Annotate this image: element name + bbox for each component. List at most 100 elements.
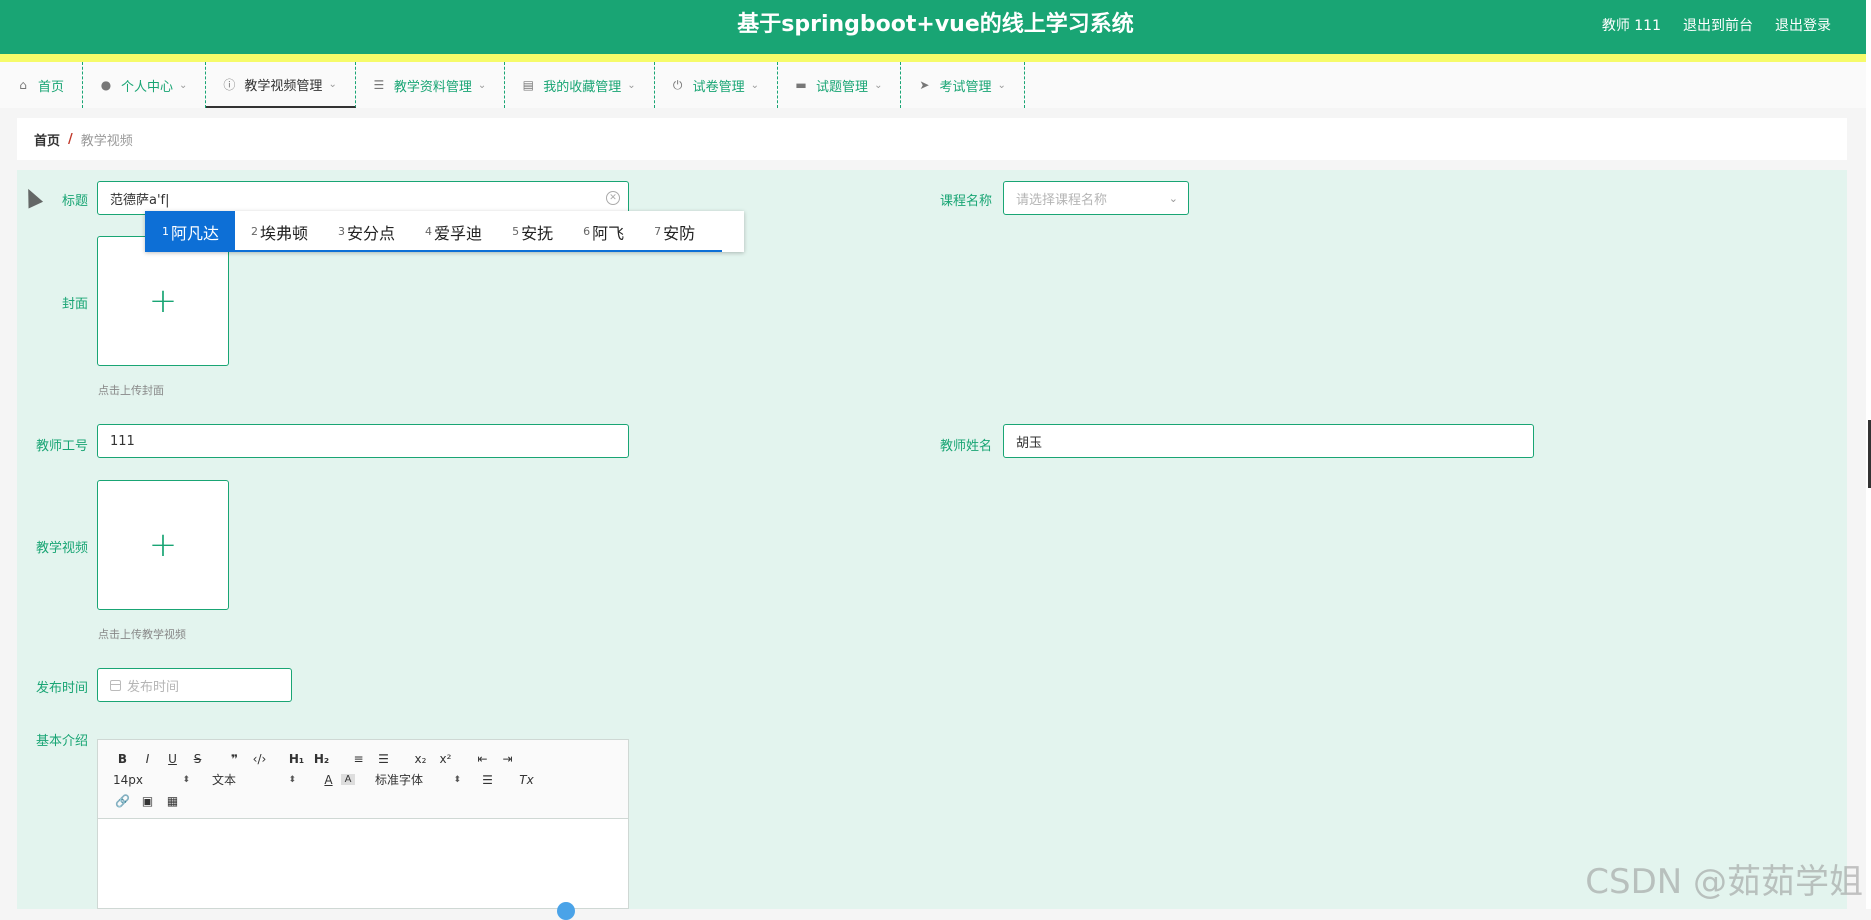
header1-icon[interactable]: H₁ — [284, 752, 309, 766]
nav-paper-management[interactable]: ⏻ 试卷管理 ⌄ — [655, 62, 779, 108]
subscript-icon[interactable]: x₂ — [408, 752, 433, 766]
nav-label: 试卷管理 — [692, 79, 745, 95]
chevron-down-icon: ⌄ — [477, 79, 487, 91]
breadcrumb: 首页 / 教学视频 — [17, 118, 1847, 160]
breadcrumb-separator: / — [68, 131, 73, 147]
bold-icon[interactable]: B — [110, 752, 135, 766]
ime-candidate-text: 阿凡达 — [171, 223, 220, 243]
editor-toolbar: B I U S ❞ ‹/› H₁ H₂ ≡ ☰ x₂ x² ⇤ ⇥ 14px ⬍ — [98, 740, 628, 819]
video-upload-button[interactable]: + — [97, 480, 229, 610]
video-upload-tip: 点击上传教学视频 — [98, 628, 186, 641]
publish-time-picker[interactable]: 发布时间 — [97, 668, 292, 702]
chevron-down-icon: ⌄ — [1168, 192, 1178, 205]
ime-candidate[interactable]: 7 安防 — [638, 211, 709, 252]
teacher-name-value: 胡玉 — [1016, 435, 1043, 451]
superscript-icon[interactable]: x² — [433, 752, 458, 766]
header2-icon[interactable]: H₂ — [309, 752, 334, 766]
chevron-updown-icon: ⬍ — [182, 774, 190, 785]
ordered-list-icon[interactable]: ≡ — [346, 752, 371, 766]
video-label: 教学视频 — [35, 541, 88, 556]
course-label: 课程名称 — [939, 194, 992, 209]
font-family-select[interactable]: 标准字体 ⬍ — [375, 771, 461, 788]
nav-favorites-management[interactable]: ▤ 我的收藏管理 ⌄ — [505, 62, 655, 108]
blockquote-icon[interactable]: ❞ — [222, 752, 247, 766]
nav-exam-management[interactable]: ➤ 考试管理 ⌄ — [901, 62, 1025, 108]
nav-home[interactable]: ⌂ 首页 — [0, 62, 84, 108]
nav-material-management[interactable]: ☰ 教学资料管理 ⌄ — [356, 62, 506, 108]
breadcrumb-home[interactable]: 首页 — [34, 130, 60, 149]
publish-time-placeholder: 发布时间 — [127, 679, 180, 695]
main-nav: ⌂ 首页 ● 个人中心 ⌄ ⓘ 教学视频管理 ⌄ ☰ 教学资料管理 ⌄ ▤ 我的… — [0, 62, 1871, 108]
chevron-updown-icon: ⬍ — [453, 774, 461, 785]
clipboard-icon: ▤ — [522, 78, 534, 92]
strike-icon[interactable]: S — [185, 752, 210, 766]
font-size-select[interactable]: 14px ⬍ — [110, 773, 190, 787]
back-to-front-link[interactable]: 退出到前台 — [1683, 15, 1753, 35]
chevron-updown-icon: ⬍ — [288, 774, 296, 785]
cover-upload-button[interactable]: + — [97, 236, 229, 366]
current-user: 教师 111 — [1601, 18, 1661, 34]
ime-candidate-text: 爱孚迪 — [434, 223, 483, 243]
ime-candidate[interactable]: 4 爱孚迪 — [409, 211, 496, 252]
logout-link[interactable]: 退出登录 — [1775, 15, 1831, 35]
title-input[interactable]: 范德萨a'f| ✕ — [97, 181, 629, 215]
ime-candidate-number: 1 — [162, 225, 169, 238]
plus-icon: + — [148, 281, 178, 321]
background-color-icon[interactable]: A — [341, 774, 355, 785]
font-size-value: 14px — [113, 772, 143, 787]
course-select[interactable]: 请选择课程名称 ⌄ — [1003, 181, 1189, 215]
paragraph-select[interactable]: 文本 ⬍ — [208, 771, 296, 788]
header-stripe — [0, 54, 1871, 62]
bullet-list-icon[interactable]: ☰ — [371, 752, 396, 766]
align-icon[interactable]: ☰ — [475, 773, 500, 787]
ime-candidate-text: 安防 — [663, 223, 696, 243]
teacher-id-value: 111 — [110, 433, 135, 449]
indent-icon[interactable]: ⇥ — [495, 752, 520, 766]
clear-format-icon[interactable]: Tx — [514, 773, 539, 787]
video-icon[interactable]: ▦ — [160, 794, 185, 808]
nav-video-management[interactable]: ⓘ 教学视频管理 ⌄ — [206, 62, 356, 108]
link-icon[interactable]: 🔗 — [110, 794, 135, 808]
paragraph-value: 文本 — [212, 773, 237, 787]
font-family-value: 标准字体 — [375, 773, 424, 787]
ime-candidate-text: 安抚 — [521, 223, 554, 243]
home-icon: ⌂ — [19, 78, 27, 92]
ime-candidate-number: 5 — [512, 225, 520, 238]
nav-label: 教学资料管理 — [393, 79, 472, 95]
title-input-value: 范德萨a'f| — [110, 192, 170, 208]
top-header: 基于springboot+vue的线上学习系统 教师 111 退出到前台 退出登… — [0, 0, 1871, 54]
chevron-down-icon: ⌄ — [179, 79, 188, 91]
ime-candidate[interactable]: 3 安分点 — [322, 211, 409, 252]
tray-icon: ▬ — [795, 78, 807, 92]
watermark: CSDN @茹茹学姐 — [1585, 862, 1863, 902]
chevron-down-icon: ⌄ — [328, 78, 337, 90]
ime-candidate-number: 6 — [583, 225, 591, 238]
ime-candidate[interactable]: 5 安抚 — [496, 211, 567, 252]
image-icon[interactable]: ▣ — [135, 794, 160, 808]
outdent-icon[interactable]: ⇤ — [470, 752, 495, 766]
nav-personal-center[interactable]: ● 个人中心 ⌄ — [83, 62, 207, 108]
underline-icon[interactable]: U — [160, 752, 185, 766]
clear-icon[interactable]: ✕ — [606, 191, 620, 205]
ime-candidate[interactable]: 2 埃弗顿 — [235, 211, 322, 252]
ime-candidate[interactable]: 1 阿凡达 — [145, 211, 236, 252]
ime-candidate-text: 安分点 — [347, 223, 396, 243]
ime-underline — [145, 250, 722, 252]
teacher-name-input[interactable]: 胡玉 — [1003, 424, 1534, 458]
teacher-id-input[interactable]: 111 — [97, 424, 629, 458]
chevron-down-icon: ⌄ — [874, 79, 883, 91]
ime-candidate-number: 3 — [338, 225, 346, 238]
cover-upload-tip: 点击上传封面 — [98, 384, 164, 397]
info-icon: ⓘ — [223, 77, 236, 92]
calendar-icon — [110, 679, 121, 691]
italic-icon[interactable]: I — [135, 752, 160, 766]
ime-candidate-bar: 1 阿凡达 2 埃弗顿 3 安分点 4 爱孚迪 5 安抚 6 阿飞 7 安防 — [145, 211, 744, 252]
ime-candidate[interactable]: 6 阿飞 — [567, 211, 638, 252]
list-icon: ☰ — [373, 78, 385, 92]
nav-question-management[interactable]: ▬ 试题管理 ⌄ — [778, 62, 902, 108]
font-color-icon[interactable]: A — [316, 773, 341, 787]
nav-label: 个人中心 — [121, 79, 174, 95]
scroll-to-top-dot[interactable] — [557, 902, 575, 920]
code-block-icon[interactable]: ‹/› — [247, 752, 272, 766]
app-title: 基于springboot+vue的线上学习系统 — [737, 12, 1134, 37]
